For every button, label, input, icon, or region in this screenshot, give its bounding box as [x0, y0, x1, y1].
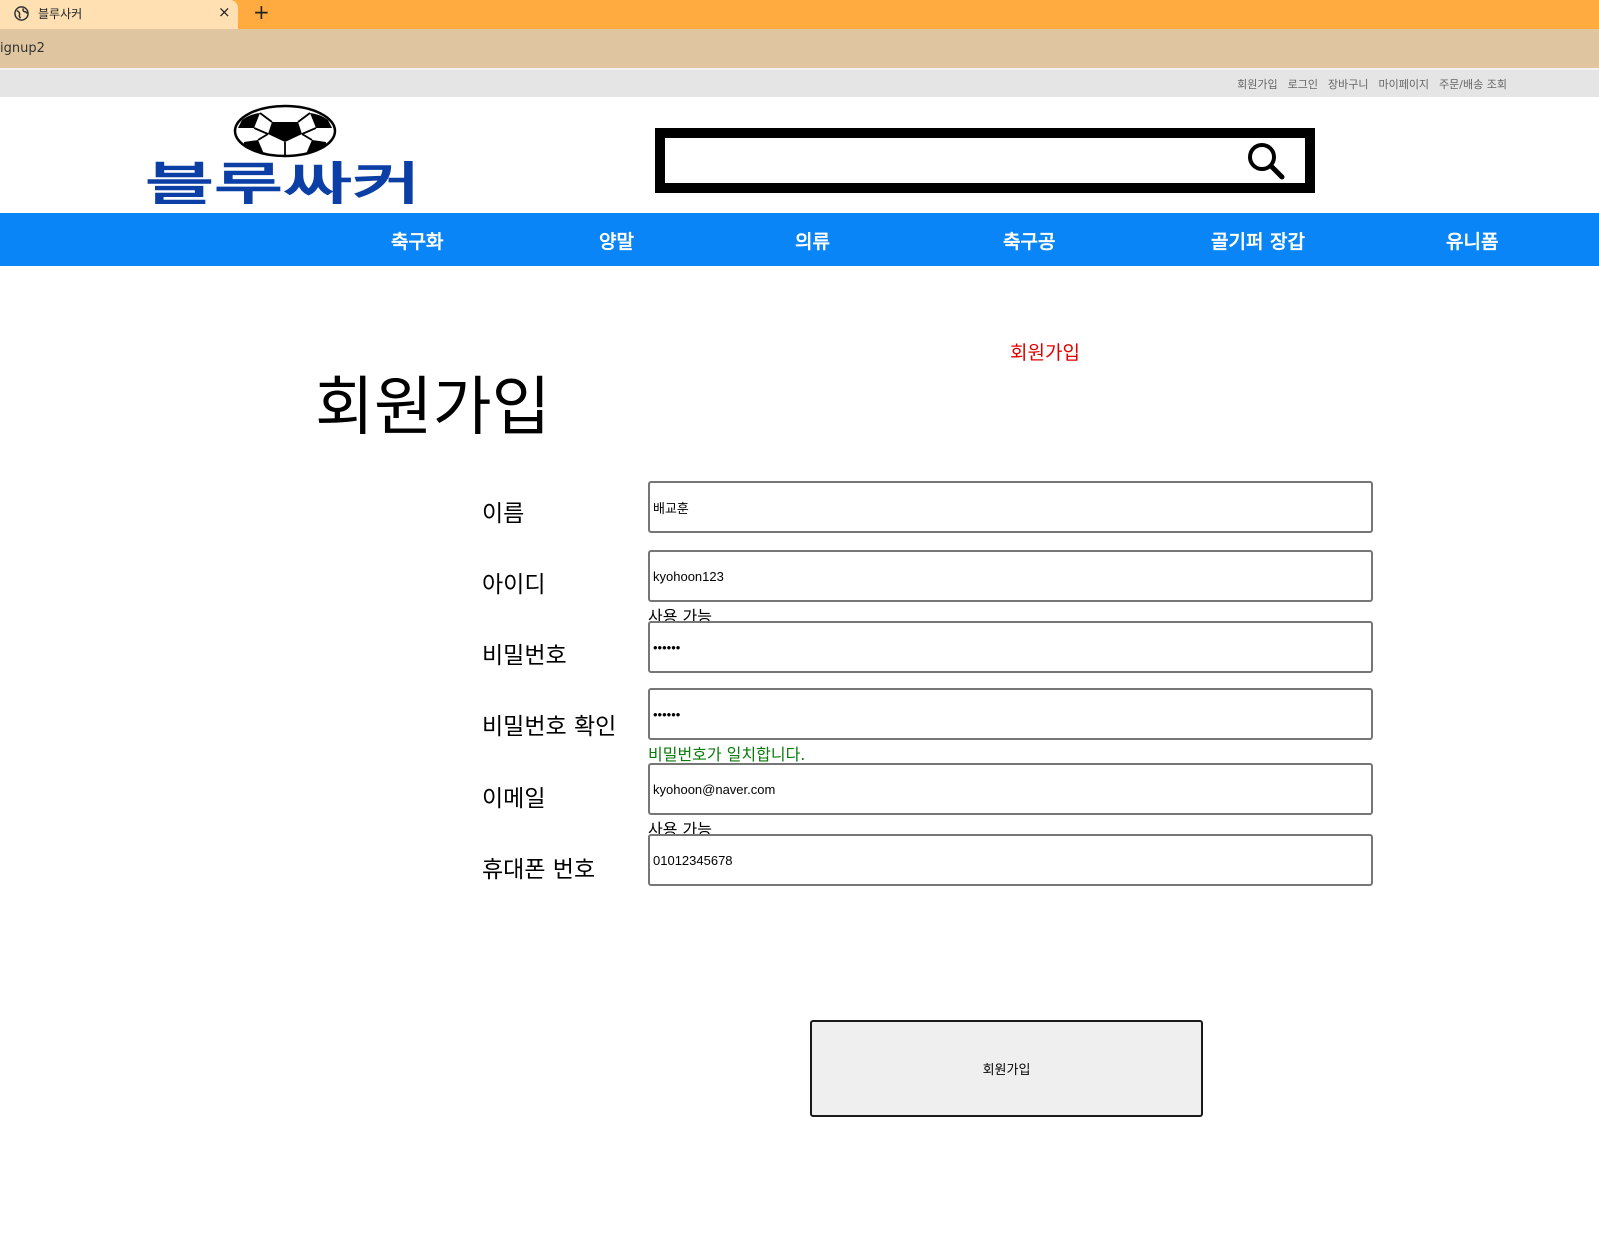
close-tab-icon[interactable]: × [218, 3, 231, 21]
new-tab-button[interactable]: + [253, 0, 270, 24]
utility-links: 회원가입 로그인 장바구니 마이페이지 주문/배송 조회 [1237, 76, 1507, 92]
password-confirm-field[interactable] [648, 688, 1373, 740]
email-field[interactable] [648, 763, 1373, 815]
search-box [655, 128, 1315, 193]
util-link-signup[interactable]: 회원가입 [1237, 76, 1277, 92]
id-label: 아이디 [482, 572, 546, 598]
util-link-cart[interactable]: 장바구니 [1328, 76, 1368, 92]
main-nav: 축구화 양말 의류 축구공 골기퍼 장갑 유니폼 [0, 213, 1599, 266]
nav-item-goalkeeper-gloves[interactable]: 골기퍼 장갑 [1211, 227, 1305, 254]
signup-submit-button[interactable]: 회원가입 [810, 1020, 1203, 1117]
site-logo[interactable]: 블루싸커 [142, 104, 424, 204]
email-label: 이메일 [482, 786, 546, 812]
soccer-ball-icon [233, 104, 337, 158]
phone-field[interactable] [648, 834, 1373, 886]
name-label: 이름 [482, 501, 525, 527]
nav-item-socks[interactable]: 양말 [599, 227, 634, 254]
browser-tab-strip: 블루사커 × + [0, 0, 1599, 29]
browser-tab[interactable]: 블루사커 × [0, 0, 238, 29]
nav-item-uniform[interactable]: 유니폼 [1446, 227, 1498, 254]
util-link-mypage[interactable]: 마이페이지 [1378, 76, 1429, 92]
globe-icon [14, 6, 29, 21]
tab-title: 블루사커 [38, 7, 83, 21]
util-link-login[interactable]: 로그인 [1288, 76, 1318, 92]
search-icon[interactable] [1243, 138, 1287, 182]
page-title: 회원가입 [315, 371, 551, 445]
phone-label: 휴대폰 번호 [482, 857, 596, 883]
name-field[interactable] [648, 481, 1373, 533]
search-input[interactable] [665, 138, 1225, 183]
nav-item-football-shoes[interactable]: 축구화 [391, 227, 443, 254]
util-link-orders[interactable]: 주문/배송 조회 [1439, 76, 1507, 92]
password-label: 비밀번호 [482, 643, 567, 669]
address-bar[interactable]: ignup2 [0, 29, 1599, 68]
nav-item-football[interactable]: 축구공 [1003, 227, 1055, 254]
logo-text: 블루싸커 [145, 157, 421, 204]
password-match-hint: 비밀번호가 일치합니다. [648, 745, 806, 764]
nav-item-clothing[interactable]: 의류 [795, 227, 830, 254]
utility-bar: 회원가입 로그인 장바구니 마이페이지 주문/배송 조회 [0, 70, 1599, 97]
password-confirm-label: 비밀번호 확인 [482, 714, 617, 740]
address-text[interactable]: ignup2 [0, 41, 45, 56]
side-title: 회원가입 [1010, 342, 1080, 364]
password-field[interactable] [648, 621, 1373, 673]
id-field[interactable] [648, 550, 1373, 602]
